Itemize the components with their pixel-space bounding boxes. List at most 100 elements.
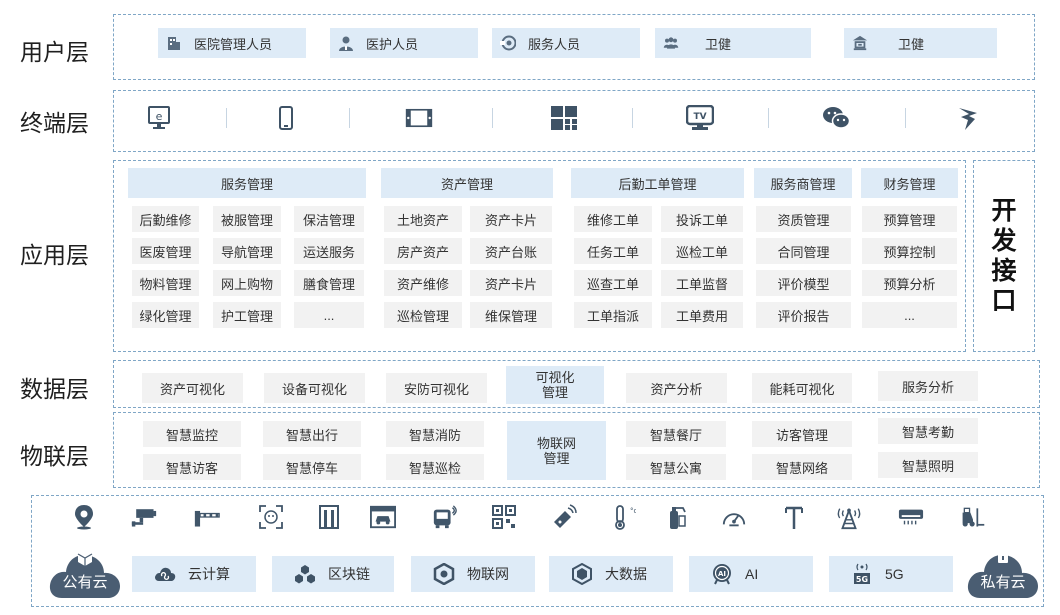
svg-text:°c: °c: [630, 507, 636, 515]
service-label: 物联网: [467, 566, 509, 582]
user-role-label: 医护人员: [366, 36, 419, 52]
app-cell: 被服管理: [213, 206, 281, 232]
app-cell: 资产卡片: [470, 206, 552, 232]
app-cell: 膳食管理: [294, 270, 364, 296]
app-cell: 医废管理: [132, 238, 199, 264]
service-iot: 物联网: [411, 556, 535, 592]
group-icon: [663, 35, 679, 51]
dev-interface-char: 口: [991, 286, 1017, 315]
app-cell: 导航管理: [213, 238, 281, 264]
svg-text:AI: AI: [718, 570, 726, 578]
thermometer-icon: °c: [611, 504, 637, 530]
layer-label-data: 数据层: [20, 377, 89, 403]
miniapp-icon: [954, 104, 982, 132]
layer-label-user: 用户层: [20, 40, 89, 66]
service-label: 大数据: [605, 566, 647, 582]
user-role-health-commission: 卫健: [655, 28, 811, 58]
service-person-icon: [500, 35, 516, 51]
data-item-line: 可视化: [535, 370, 575, 385]
iot-item: 智慧公寓: [626, 454, 726, 480]
iot-item: 智慧照明: [878, 452, 978, 478]
public-cloud-label: 公有云: [62, 574, 108, 591]
tower-icon: [836, 504, 862, 530]
user-role-label: 医院管理人员: [194, 36, 273, 52]
app-cell: 工单费用: [661, 302, 743, 328]
data-item: 服务分析: [878, 371, 978, 401]
app-cell: 任务工单: [574, 238, 652, 264]
iot-item: 智慧餐厅: [626, 421, 726, 447]
data-item: 能耗可视化: [752, 373, 852, 403]
app-cell: 运送服务: [294, 238, 364, 264]
iot-item: 智慧访客: [143, 454, 241, 480]
service-big-data: 大数据: [549, 556, 673, 592]
app-cell: 评价报告: [756, 302, 851, 328]
svg-text:e: e: [156, 110, 163, 123]
app-cell: 后勤维修: [132, 206, 199, 232]
user-role-hospital-admin: 医院管理人员: [158, 28, 306, 58]
iot-icon: [433, 563, 455, 585]
face-recognition-icon: [258, 504, 284, 530]
app-cell: 土地资产: [384, 206, 462, 232]
app-cell: 工单指派: [574, 302, 652, 328]
app-cell: 物料管理: [132, 270, 199, 296]
service-label: 5G: [885, 566, 904, 582]
app-cell: ...: [862, 302, 957, 328]
data-item-line: 管理: [541, 385, 568, 400]
iot-center-line: 管理: [543, 450, 570, 466]
user-role-medical-staff: 医护人员: [330, 28, 478, 58]
iot-item: 智慧考勤: [878, 418, 978, 444]
camera-icon: [131, 504, 157, 530]
building-icon: [166, 35, 182, 51]
iot-item: 访客管理: [752, 421, 852, 447]
module-service-management: 服务管理: [128, 168, 366, 198]
service-cloud-computing: 云计算: [132, 556, 256, 592]
module-finance-management: 财务管理: [861, 168, 958, 198]
data-item: 资产分析: [626, 373, 727, 403]
app-cell: 预算管理: [862, 206, 957, 232]
government-icon: [852, 35, 868, 51]
qr-code-icon: [491, 504, 517, 530]
data-item-visual-management: 可视化 管理: [506, 366, 604, 404]
app-cell: 巡检管理: [384, 302, 462, 328]
app-cell: 护工管理: [213, 302, 281, 328]
iot-item: 智慧监控: [143, 421, 241, 447]
ai-icon: AI: [711, 563, 733, 585]
access-door-icon: [316, 504, 342, 530]
air-conditioner-icon: [898, 504, 924, 530]
svg-text:5G: 5G: [856, 575, 868, 584]
app-cell: 资质管理: [756, 206, 851, 232]
app-cell: ...: [294, 302, 364, 328]
app-cell: 工单监督: [661, 270, 743, 296]
service-label: AI: [745, 566, 759, 582]
forklift-icon: [960, 504, 986, 530]
bus-icon: [432, 504, 458, 530]
user-role-service-staff: 服务人员: [492, 28, 640, 58]
gauge-icon: [721, 504, 747, 530]
app-cell: 绿化管理: [132, 302, 199, 328]
iot-item: 智慧停车: [263, 454, 361, 480]
tv-icon: TV: [686, 104, 714, 132]
dashboard-grid-icon: [550, 104, 578, 132]
blockchain-icon: [294, 563, 316, 585]
private-cloud-label: 私有云: [980, 574, 1026, 591]
app-cell: 巡查工单: [574, 270, 652, 296]
dev-interface-char: 开: [991, 196, 1017, 225]
data-item: 设备可视化: [264, 373, 365, 403]
iot-item: 智慧消防: [386, 421, 484, 447]
app-cell: 保洁管理: [294, 206, 364, 232]
app-cell: 合同管理: [756, 238, 851, 264]
module-vendor-management: 服务商管理: [754, 168, 852, 198]
service-5g: 5G 5G: [829, 556, 953, 592]
app-cell: 资产维修: [384, 270, 462, 296]
display-screen-icon: [405, 104, 433, 132]
mobile-phone-icon: [272, 104, 300, 132]
app-cell: 维修工单: [574, 206, 652, 232]
parking-icon: [370, 504, 396, 530]
app-cell: 资产台账: [470, 238, 552, 264]
app-cell: 巡检工单: [661, 238, 743, 264]
app-cell: 评价模型: [756, 270, 851, 296]
app-cell: 预算控制: [862, 238, 957, 264]
iot-item: 智慧网络: [752, 454, 852, 480]
private-cloud: 私有云: [966, 540, 1040, 600]
app-cell: 预算分析: [862, 270, 957, 296]
